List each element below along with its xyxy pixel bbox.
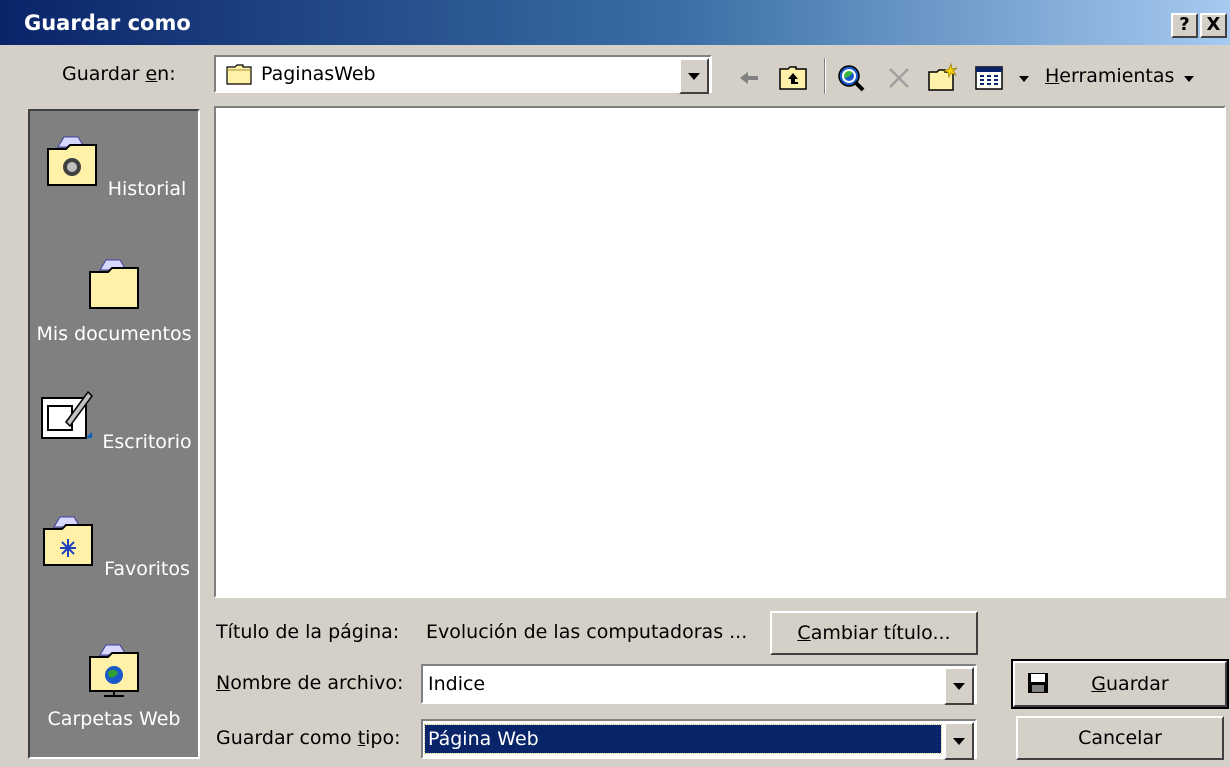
filename-combobox[interactable]: Indice	[421, 664, 977, 705]
save-button[interactable]: Guardar	[1011, 659, 1229, 709]
web-folders-icon	[89, 644, 139, 697]
search-web-icon[interactable]	[836, 63, 866, 93]
chevron-down-icon	[953, 682, 965, 690]
favorites-folder-icon	[43, 516, 94, 566]
tools-menu[interactable]: Herramientas	[1045, 65, 1174, 87]
close-button[interactable]: X	[1200, 13, 1227, 38]
floppy-disk-icon	[1028, 673, 1048, 693]
save-as-type-selected: Página Web	[424, 724, 942, 754]
place-carpetas-web[interactable]: Carpetas Web	[30, 641, 198, 730]
delete-icon[interactable]	[884, 63, 914, 93]
save-in-dropdown-button[interactable]	[679, 58, 709, 94]
file-list[interactable]	[214, 106, 1226, 598]
filename-dropdown-button[interactable]	[944, 667, 974, 705]
views-icon[interactable]	[974, 63, 1004, 93]
place-label: Carpetas Web	[47, 708, 181, 730]
save-as-type-label: Guardar como tipo:	[216, 727, 401, 749]
place-escritorio[interactable]: Escritorio	[30, 386, 198, 453]
place-favoritos[interactable]: Favoritos	[30, 513, 198, 580]
tools-dropdown-arrow-icon[interactable]	[1184, 76, 1194, 82]
place-mis-documentos[interactable]: Mis documentos	[30, 256, 198, 345]
save-as-type-dropdown-button[interactable]	[944, 722, 974, 760]
cancel-button[interactable]: Cancelar	[1016, 716, 1224, 760]
page-title-value: Evolución de las computadoras ...	[426, 621, 748, 643]
desktop-icon	[41, 390, 94, 439]
places-bar: Historial Mis documentos Escritorio Favo…	[28, 109, 200, 759]
place-label: Favoritos	[104, 558, 190, 580]
change-title-button[interactable]: Cambiar título...	[770, 611, 978, 655]
folder-icon	[226, 64, 252, 85]
save-in-label: Guardar en:	[62, 63, 176, 85]
filename-input[interactable]: Indice	[428, 673, 485, 695]
save-in-combobox[interactable]: PaginasWeb	[214, 55, 712, 94]
toolbar-separator	[824, 58, 826, 94]
save-as-type-combobox[interactable]: Página Web	[421, 719, 977, 760]
documents-folder-icon	[89, 259, 139, 309]
filename-label: Nombre de archivo:	[216, 672, 404, 694]
history-folder-icon	[46, 136, 97, 186]
help-button[interactable]: ?	[1171, 13, 1198, 38]
page-title-label: Título de la página:	[216, 621, 400, 643]
title-bar[interactable]: Guardar como ? X	[0, 0, 1230, 45]
place-label: Escritorio	[102, 431, 192, 453]
place-historial[interactable]: Historial	[30, 133, 198, 200]
back-arrow-icon[interactable]	[734, 63, 764, 93]
place-label: Mis documentos	[36, 323, 192, 345]
place-label: Historial	[107, 178, 187, 200]
new-folder-icon[interactable]	[928, 63, 958, 93]
up-one-level-icon[interactable]	[778, 63, 808, 93]
chevron-down-icon	[688, 72, 700, 80]
window-title: Guardar como	[24, 11, 191, 35]
chevron-down-icon	[953, 737, 965, 745]
save-in-value: PaginasWeb	[261, 63, 376, 85]
views-dropdown-arrow-icon[interactable]	[1019, 76, 1029, 82]
